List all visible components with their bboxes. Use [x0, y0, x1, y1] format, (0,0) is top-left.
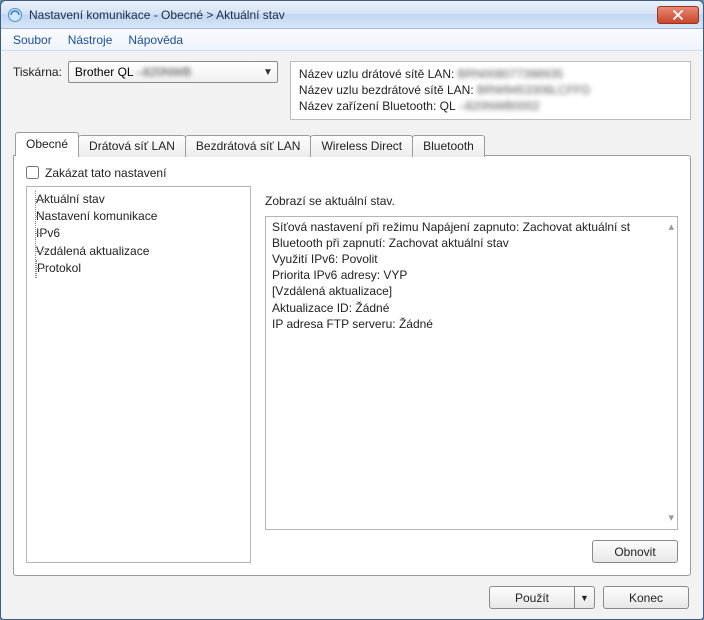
close-button[interactable]: Konec — [603, 586, 689, 609]
info-bt-label: Název zařízení Bluetooth: — [299, 99, 436, 113]
footer-buttons: Použít ▼ Konec — [13, 576, 691, 609]
tab-panel-general: Zakázat tato nastavení Aktuální stav Nas… — [13, 155, 691, 576]
info-wired: Název uzlu drátové sítě LAN: BRN00807739… — [299, 66, 682, 82]
apply-dropdown-button[interactable]: ▼ — [575, 586, 595, 609]
tree-ipv6[interactable]: IPv6 — [36, 225, 246, 242]
status-line: [Vzdálená aktualizace] — [272, 283, 671, 299]
tab-general[interactable]: Obecné — [15, 132, 79, 156]
scroll-down-icon[interactable]: ▾ — [668, 511, 674, 526]
disable-settings-label: Zakázat tato nastavení — [45, 166, 166, 180]
window-frame: Nastavení komunikace - Obecné > Aktuální… — [0, 0, 704, 620]
status-line: IP adresa FTP serveru: Žádné — [272, 316, 671, 332]
status-line: Aktualizace ID: Žádné — [272, 300, 671, 316]
client-area: Tiskárna: Brother QL –820NWB ▼ Název uzl… — [1, 51, 703, 619]
chevron-down-icon: ▼ — [263, 67, 273, 78]
node-info-box: Název uzlu drátové sítě LAN: BRN00807739… — [290, 61, 691, 120]
tree-remote-update-label: Vzdálená aktualizace — [36, 244, 149, 258]
printer-block: Tiskárna: Brother QL –820NWB ▼ — [13, 61, 278, 83]
menu-file[interactable]: Soubor — [7, 31, 58, 49]
status-line: Využití IPv6: Povolit — [272, 251, 671, 267]
disable-settings-row[interactable]: Zakázat tato nastavení — [26, 166, 678, 180]
status-line: Priorita IPv6 adresy: VYP — [272, 267, 671, 283]
printer-value-blur: –820NWB — [137, 65, 192, 79]
refresh-row: Obnovit — [265, 540, 678, 563]
scroll-up-icon[interactable]: ▴ — [668, 220, 674, 235]
tab-area: Obecné Drátová síť LAN Bezdrátová síť LA… — [13, 132, 691, 576]
refresh-button[interactable]: Obnovit — [592, 540, 678, 563]
apply-button[interactable]: Použít — [489, 586, 575, 609]
tab-wired[interactable]: Drátová síť LAN — [78, 135, 186, 157]
status-line: Bluetooth při zapnutí: Zachovat aktuální… — [272, 235, 671, 251]
tab-bluetooth[interactable]: Bluetooth — [412, 135, 485, 157]
tree-remote-update[interactable]: Vzdálená aktualizace Protokol — [36, 243, 246, 278]
disable-settings-checkbox[interactable] — [26, 166, 39, 179]
info-bt-prefix: QL — [440, 99, 456, 113]
top-row: Tiskárna: Brother QL –820NWB ▼ Název uzl… — [13, 61, 691, 120]
right-pane: Zobrazí se aktuální stav. Síťová nastave… — [265, 186, 678, 563]
info-wireless: Název uzlu bezdrátové sítě LAN: BRW94533… — [299, 82, 682, 98]
status-line: Síťová nastavení při režimu Napájení zap… — [272, 219, 671, 235]
menu-tools[interactable]: Nástroje — [62, 31, 119, 49]
tabstrip: Obecné Drátová síť LAN Bezdrátová síť LA… — [13, 132, 691, 156]
info-wireless-label: Název uzlu bezdrátové sítě LAN: — [299, 83, 474, 97]
printer-select-value: Brother QL –820NWB — [75, 65, 191, 79]
tree-comm-settings[interactable]: Nastavení komunikace — [36, 208, 246, 225]
printer-value-prefix: Brother QL — [75, 65, 133, 79]
printer-label: Tiskárna: — [13, 65, 62, 79]
right-pane-title: Zobrazí se aktuální stav. — [265, 194, 678, 208]
info-wired-label: Název uzlu drátové sítě LAN: — [299, 67, 454, 81]
menu-help[interactable]: Nápověda — [122, 31, 189, 49]
titlebar[interactable]: Nastavení komunikace - Obecné > Aktuální… — [1, 1, 703, 29]
tree-current-status[interactable]: Aktuální stav — [36, 191, 246, 208]
info-bt-value: –820NWB0002 — [459, 99, 540, 113]
apply-split-button: Použít ▼ — [489, 586, 595, 609]
close-icon[interactable] — [657, 6, 699, 24]
info-wired-value: BRN008077398935 — [458, 67, 563, 81]
tab-wireless[interactable]: Bezdrátová síť LAN — [185, 135, 312, 157]
info-bluetooth: Název zařízení Bluetooth: QL –820NWB0002 — [299, 98, 682, 114]
tree-protocol[interactable]: Protokol — [37, 260, 246, 277]
settings-tree[interactable]: Aktuální stav Nastavení komunikace IPv6 … — [26, 186, 251, 563]
app-icon — [7, 7, 23, 23]
status-textbox[interactable]: Síťová nastavení při režimu Napájení zap… — [265, 216, 678, 530]
printer-select[interactable]: Brother QL –820NWB ▼ — [68, 61, 278, 83]
tab-wireless-direct[interactable]: Wireless Direct — [310, 135, 413, 157]
window-title: Nastavení komunikace - Obecné > Aktuální… — [29, 8, 657, 22]
columns: Aktuální stav Nastavení komunikace IPv6 … — [26, 186, 678, 563]
info-wireless-value: BRW9453306LCFFD — [477, 83, 590, 97]
menubar: Soubor Nástroje Nápověda — [1, 29, 703, 51]
